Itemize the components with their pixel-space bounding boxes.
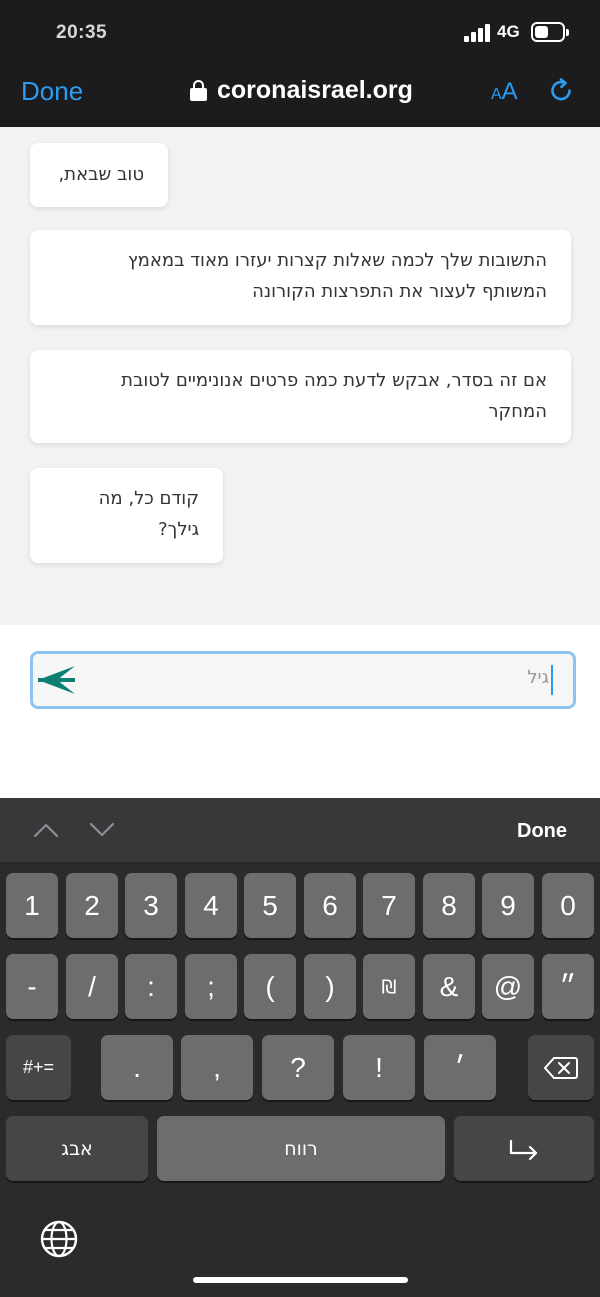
key[interactable]: ( xyxy=(244,954,296,1019)
key[interactable]: / xyxy=(66,954,118,1019)
key[interactable]: ? xyxy=(262,1035,334,1100)
lock-icon xyxy=(190,80,207,101)
browser-done-button[interactable]: Done xyxy=(21,76,83,107)
chat-message: אם זה בסדר, אבקש לדעת כמה פרטים אנונימיי… xyxy=(30,350,571,443)
text-size-large-glyph: A xyxy=(501,78,518,105)
key[interactable]: 2 xyxy=(66,873,118,938)
message-line: טוב שבאת, xyxy=(58,164,144,185)
key[interactable]: 3 xyxy=(125,873,177,938)
key[interactable]: ׳ xyxy=(424,1035,496,1100)
shekel-key[interactable]: ₪ xyxy=(363,954,415,1019)
backspace-icon xyxy=(544,1056,578,1079)
globe-icon[interactable] xyxy=(39,1219,79,1259)
symbols-toggle-key[interactable]: #+= xyxy=(6,1035,71,1100)
key[interactable]: @ xyxy=(482,954,534,1019)
home-indicator[interactable] xyxy=(193,1277,408,1283)
browser-top-bar: 20:35 4G Done coronaisrael.org AA xyxy=(0,0,600,127)
url-text: coronaisrael.org xyxy=(217,76,413,104)
letters-toggle-key[interactable]: אבג xyxy=(6,1116,148,1181)
age-input[interactable]: גיל xyxy=(30,651,576,709)
input-placeholder: גיל xyxy=(527,667,549,688)
text-size-small-glyph: A xyxy=(491,86,502,103)
message-line: המשותף לעצור את התפרצות הקורונה xyxy=(252,281,547,302)
chat-area: טוב שבאת, התשובות שלך לכמה שאלות קצרות י… xyxy=(0,127,600,625)
key[interactable]: 9 xyxy=(482,873,534,938)
key[interactable]: 7 xyxy=(363,873,415,938)
network-type: 4G xyxy=(497,22,520,41)
key[interactable]: - xyxy=(6,954,58,1019)
battery-tip xyxy=(566,29,569,36)
message-line: גילך? xyxy=(158,519,199,540)
cellular-signal-icon xyxy=(464,24,492,42)
return-icon xyxy=(509,1139,538,1160)
key[interactable]: 8 xyxy=(423,873,475,938)
key[interactable]: 4 xyxy=(185,873,237,938)
space-key[interactable]: רווח xyxy=(157,1116,445,1181)
message-line: התשובות שלך לכמה שאלות קצרות יעזרו מאוד … xyxy=(127,250,547,271)
chevron-up-icon[interactable] xyxy=(33,822,59,838)
key[interactable]: 0 xyxy=(542,873,594,938)
key[interactable]: ״ xyxy=(542,954,594,1019)
key[interactable]: . xyxy=(101,1035,173,1100)
message-line: המחקר xyxy=(488,401,547,422)
key[interactable]: , xyxy=(181,1035,253,1100)
send-icon[interactable] xyxy=(37,664,77,696)
key[interactable]: ; xyxy=(185,954,237,1019)
key[interactable]: : xyxy=(125,954,177,1019)
input-area: גיל xyxy=(0,625,600,798)
status-time: 20:35 xyxy=(56,22,108,43)
chat-message: קודם כל, מה גילך? xyxy=(30,468,223,563)
key[interactable]: 5 xyxy=(244,873,296,938)
key[interactable]: 1 xyxy=(6,873,58,938)
address-bar[interactable]: coronaisrael.org xyxy=(190,76,413,105)
backspace-key[interactable] xyxy=(528,1035,594,1100)
key[interactable]: ) xyxy=(304,954,356,1019)
keyboard-done-button[interactable]: Done xyxy=(517,820,567,843)
return-key[interactable] xyxy=(454,1116,594,1181)
message-line: קודם כל, מה xyxy=(98,488,199,509)
message-line: אם זה בסדר, אבקש לדעת כמה פרטים אנונימיי… xyxy=(121,370,547,391)
chat-message: התשובות שלך לכמה שאלות קצרות יעזרו מאוד … xyxy=(30,230,571,325)
chevron-down-icon[interactable] xyxy=(89,822,115,838)
key[interactable]: ! xyxy=(343,1035,415,1100)
key[interactable]: 6 xyxy=(304,873,356,938)
text-size-button[interactable]: AA xyxy=(491,78,518,106)
battery-icon xyxy=(531,22,565,42)
key[interactable]: & xyxy=(423,954,475,1019)
text-caret xyxy=(551,665,553,695)
reload-icon[interactable] xyxy=(549,78,575,104)
chat-message: טוב שבאת, xyxy=(30,143,168,207)
